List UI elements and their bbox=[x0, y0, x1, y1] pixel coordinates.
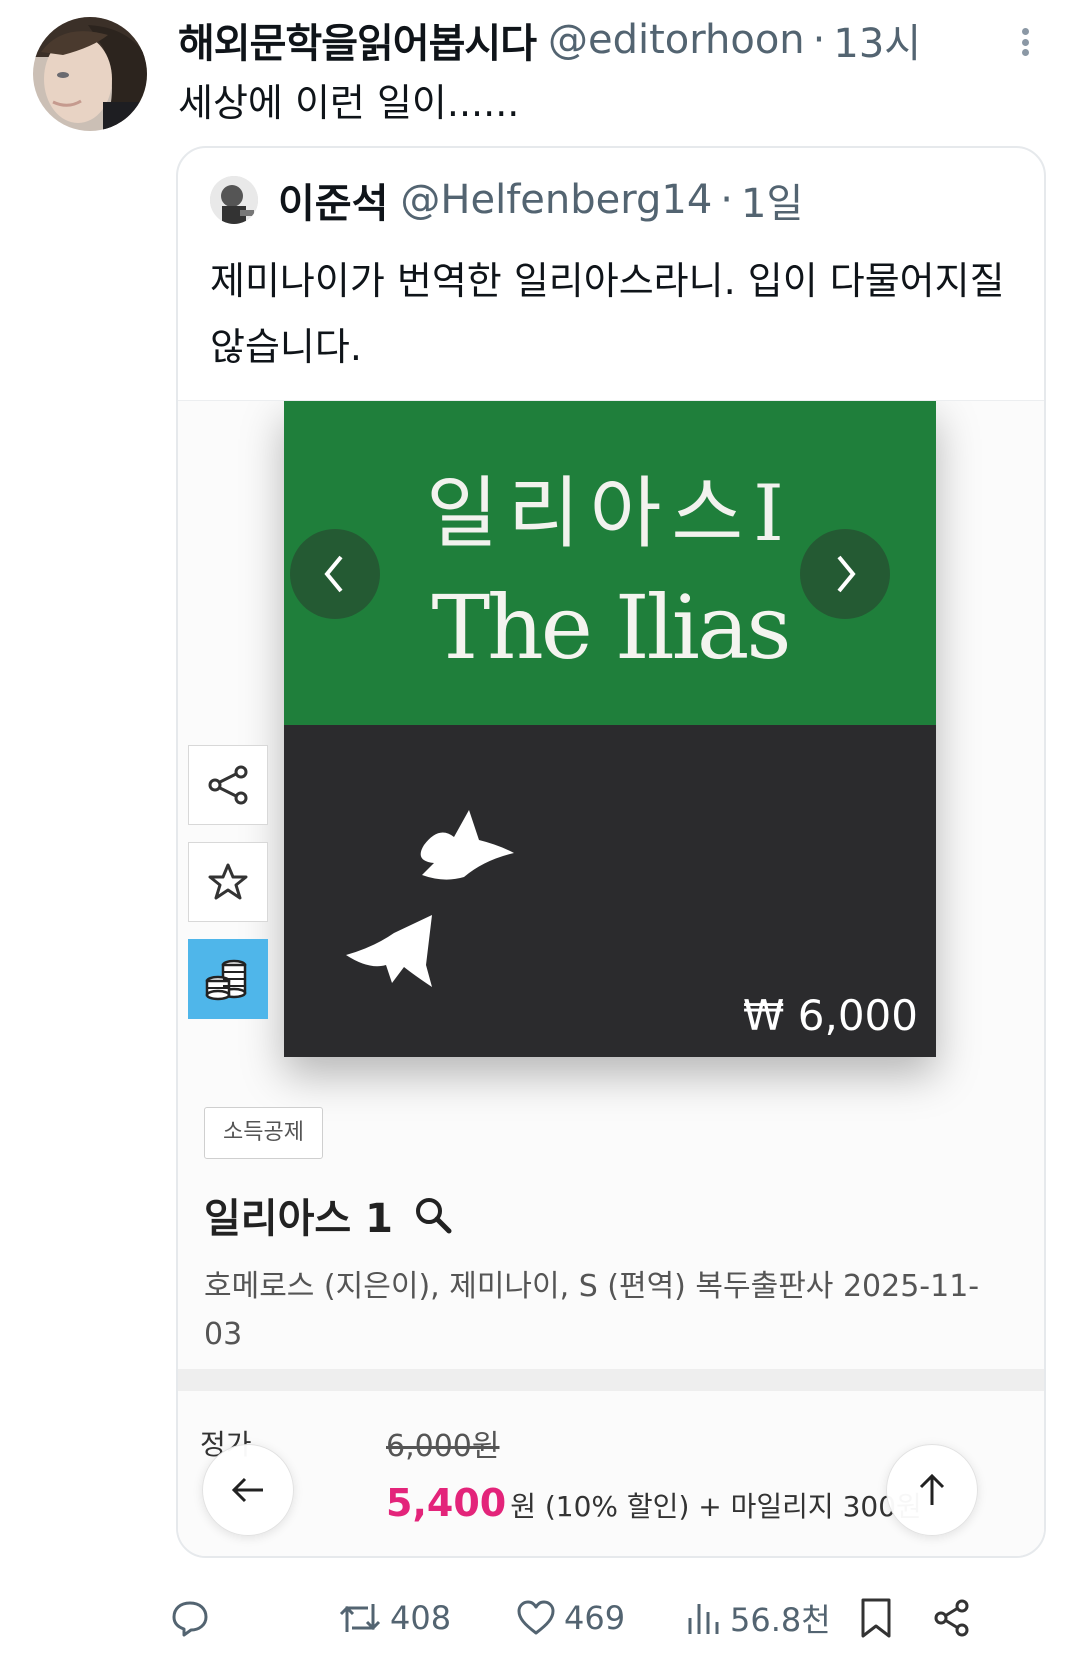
share-tweet-button[interactable] bbox=[932, 1588, 980, 1648]
star-icon bbox=[208, 863, 248, 900]
attached-screenshot[interactable]: 일리아스I The Ilias ₩ 6,000 소득공제 일리아스 1 호메로스… bbox=[178, 400, 1044, 1556]
prev-image-button[interactable] bbox=[290, 529, 380, 619]
tax-deduction-tag: 소득공제 bbox=[204, 1107, 323, 1159]
reply-button[interactable] bbox=[170, 1588, 218, 1648]
next-image-button[interactable] bbox=[800, 529, 890, 619]
retweet-icon bbox=[339, 1604, 381, 1632]
like-button[interactable]: 469 bbox=[516, 1588, 625, 1648]
chevron-right-icon bbox=[837, 555, 856, 593]
share-button[interactable] bbox=[188, 745, 268, 825]
retweet-count: 408 bbox=[390, 1599, 452, 1637]
view-count: 56.8천 bbox=[730, 1601, 831, 1639]
favorite-button[interactable] bbox=[188, 842, 268, 922]
retweet-button[interactable]: 408 bbox=[338, 1588, 451, 1648]
tweet-text: 세상에 이런 일이...... bbox=[178, 81, 520, 125]
arrow-left-icon bbox=[231, 1477, 263, 1503]
arrow-up-icon bbox=[919, 1473, 945, 1505]
views-button[interactable]: 56.8천 bbox=[686, 1588, 831, 1648]
tweet-time[interactable]: 13시 bbox=[833, 11, 921, 69]
cover-price: ₩ 6,000 bbox=[742, 991, 918, 1040]
quoted-author-handle: @Helfenberg14 bbox=[400, 177, 713, 223]
heart-icon bbox=[517, 1600, 555, 1635]
separator-dot: · bbox=[812, 17, 826, 63]
share-icon bbox=[208, 765, 248, 805]
list-price: 6,000원 bbox=[386, 1429, 500, 1464]
sale-price: 5,400 bbox=[386, 1481, 507, 1525]
birds-illustration bbox=[346, 810, 514, 987]
more-options-icon[interactable] bbox=[1010, 22, 1040, 62]
reply-icon bbox=[172, 1601, 208, 1637]
quoted-tweet-time: 1일 bbox=[741, 181, 804, 227]
quoted-author-name: 이준석 bbox=[278, 181, 389, 227]
quoted-tweet-card[interactable]: 이준석 @Helfenberg14 · 1일 제미나이가 번역한 일리아스라니.… bbox=[176, 146, 1046, 1558]
quoted-tweet-text: 제미나이가 번역한 일리아스라니. 입이 다물어지질 않습니다. bbox=[210, 259, 1005, 369]
like-count: 469 bbox=[564, 1599, 626, 1637]
author-name[interactable]: 해외문학을읽어봅시다 bbox=[178, 11, 537, 69]
book-meta: 호메로스 (지은이), 제미나이, S (편역) 복두출판사 2025-11-0… bbox=[204, 1269, 980, 1352]
analytics-icon bbox=[688, 1604, 719, 1634]
back-button[interactable] bbox=[202, 1444, 294, 1536]
separator-dot: · bbox=[720, 177, 733, 223]
search-icon[interactable] bbox=[413, 1195, 453, 1235]
bookmark-button[interactable] bbox=[858, 1588, 902, 1648]
chevron-left-icon bbox=[324, 555, 343, 593]
coin-button[interactable] bbox=[188, 939, 268, 1019]
coins-icon bbox=[205, 959, 247, 1001]
book-title-row: 일리아스 1 bbox=[204, 1185, 453, 1245]
share-icon bbox=[934, 1599, 969, 1637]
quoted-author-avatar bbox=[210, 176, 258, 224]
tweet-action-bar: 408 469 56.8천 bbox=[170, 1588, 1050, 1648]
quoted-tweet-header: 이준석 @Helfenberg14 · 1일 bbox=[210, 170, 803, 230]
scroll-top-button[interactable] bbox=[886, 1444, 978, 1536]
bookmark-icon bbox=[861, 1598, 891, 1638]
author-avatar[interactable] bbox=[33, 17, 147, 131]
tweet-header: 해외문학을읽어봅시다 @editorhoon · 13시 bbox=[178, 10, 921, 70]
author-handle[interactable]: @editorhoon bbox=[548, 17, 805, 63]
section-divider bbox=[178, 1369, 1044, 1391]
book-title: 일리아스 1 bbox=[204, 1196, 393, 1242]
sale-price-detail: 원 (10% 할인) + 마일리지 300원 bbox=[510, 1490, 922, 1523]
sale-price-row: 5,400 원 (10% 할인) + 마일리지 300원 bbox=[386, 1481, 922, 1525]
